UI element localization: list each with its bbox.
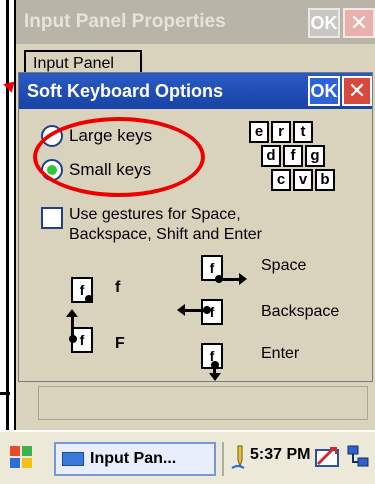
stylus-icon[interactable] [228,444,248,472]
screen: Input Panel Properties OK ✕ Input Panel … [0,0,375,484]
close-button[interactable]: ✕ [342,76,372,106]
use-gestures-checkbox[interactable] [41,207,63,229]
key-g: g [305,145,325,167]
gesture-dot [85,295,93,303]
annotation-oval [33,117,205,197]
bg-ok-button[interactable]: OK [308,8,340,38]
gesture-lowercase-label: f [115,279,121,296]
key-e: e [249,121,269,143]
gesture-space-label: Space [261,257,307,274]
gesture-dot [69,335,77,343]
arrow-left-icon [177,304,185,316]
border-line [6,0,9,430]
close-icon: ✕ [347,78,367,103]
network-icon[interactable] [346,444,370,470]
arrow-up-icon [66,309,78,317]
key-d: d [261,145,281,167]
key-f: f [283,145,303,167]
gesture-backspace-label: Backspace [261,303,340,320]
border-tick [0,392,10,395]
gesture-space-stroke [219,278,239,281]
soft-keyboard-options-dialog: Soft Keyboard Options OK ✕ Large keys Sm… [18,72,373,382]
clock[interactable]: 5:37 PM [250,446,310,464]
arrow-right-icon [239,273,247,285]
taskbar-separator [222,442,224,476]
key-b: b [315,169,335,191]
use-gestures-label[interactable]: Use gestures for Space, Backspace, Shift… [69,205,309,245]
dialog-title: Soft Keyboard Options [27,81,224,101]
key-r: r [271,121,291,143]
ok-button[interactable]: OK [308,76,340,106]
keyboard-tray-icon[interactable] [314,444,340,470]
bg-titlebar: Input Panel Properties OK ✕ [16,0,375,44]
key-v: v [293,169,313,191]
key-c: c [271,169,291,191]
gesture-enter-label: Enter [261,345,300,362]
gesture-uppercase-label: F [115,335,125,352]
bg-panel-area [38,386,368,420]
windows-start-icon[interactable] [10,446,36,472]
gesture-dot [203,306,211,314]
arrow-down-icon [209,373,221,381]
dialog-titlebar: Soft Keyboard Options OK ✕ [19,73,372,109]
task-button-input-panel[interactable]: Input Pan... [54,442,216,476]
bg-window-title: Input Panel Properties [24,11,226,32]
bg-close-button[interactable]: ✕ [343,8,375,38]
keyboard-icon [62,452,84,466]
key-t: t [293,121,313,143]
close-icon: ✕ [349,10,369,35]
task-button-label: Input Pan... [90,450,177,467]
left-border [0,0,12,430]
taskbar: Input Pan... 5:37 PM [0,430,375,484]
